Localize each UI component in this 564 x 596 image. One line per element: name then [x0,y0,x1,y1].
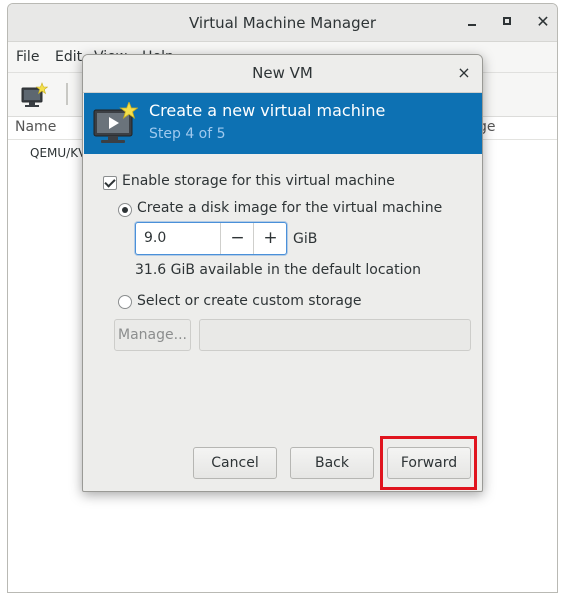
increase-button[interactable]: + [253,223,287,254]
dialog-titlebar: New VM × [83,55,482,93]
decrease-button[interactable]: − [220,223,254,254]
custom-storage-radio[interactable] [118,295,132,309]
dialog-title: New VM [252,64,313,82]
create-disk-label[interactable]: Create a disk image for the virtual mach… [137,200,442,216]
available-space-text: 31.6 GiB available in the default locati… [135,262,421,278]
maximize-icon[interactable] [499,13,517,31]
monitor-play-icon [93,102,138,143]
manage-button[interactable]: Manage... [114,319,191,351]
disk-size-input[interactable]: 9.0 [144,230,166,246]
enable-storage-label[interactable]: Enable storage for this virtual machine [122,173,395,189]
disk-size-unit: GiB [293,231,318,247]
custom-storage-label[interactable]: Select or create custom storage [137,293,362,309]
back-button[interactable]: Back [290,447,374,479]
main-titlebar: Virtual Machine Manager ✕ [8,4,557,42]
menu-file[interactable]: File [16,49,39,65]
banner-step: Step 4 of 5 [149,126,226,142]
new-vm-dialog: New VM × Create a new virtual machine St… [82,54,483,492]
toolbar-separator [66,83,82,105]
new-vm-icon[interactable] [20,82,48,108]
close-icon[interactable]: × [455,63,473,82]
menu-edit[interactable]: Edit [55,49,82,65]
cancel-button[interactable]: Cancel [193,447,277,479]
enable-storage-checkbox[interactable] [103,176,117,190]
column-name[interactable]: Name [15,119,56,135]
forward-highlight-box [380,436,477,490]
close-icon[interactable]: ✕ [534,13,552,31]
custom-storage-path-field[interactable] [199,319,471,351]
disk-size-spinbox[interactable]: 9.0 − + [135,222,287,255]
connection-row[interactable]: QEMU/KV [30,146,86,160]
banner-title: Create a new virtual machine [149,101,386,120]
minimize-icon[interactable] [463,13,481,31]
wizard-banner: Create a new virtual machine Step 4 of 5 [84,93,482,154]
create-disk-radio[interactable] [118,203,132,217]
